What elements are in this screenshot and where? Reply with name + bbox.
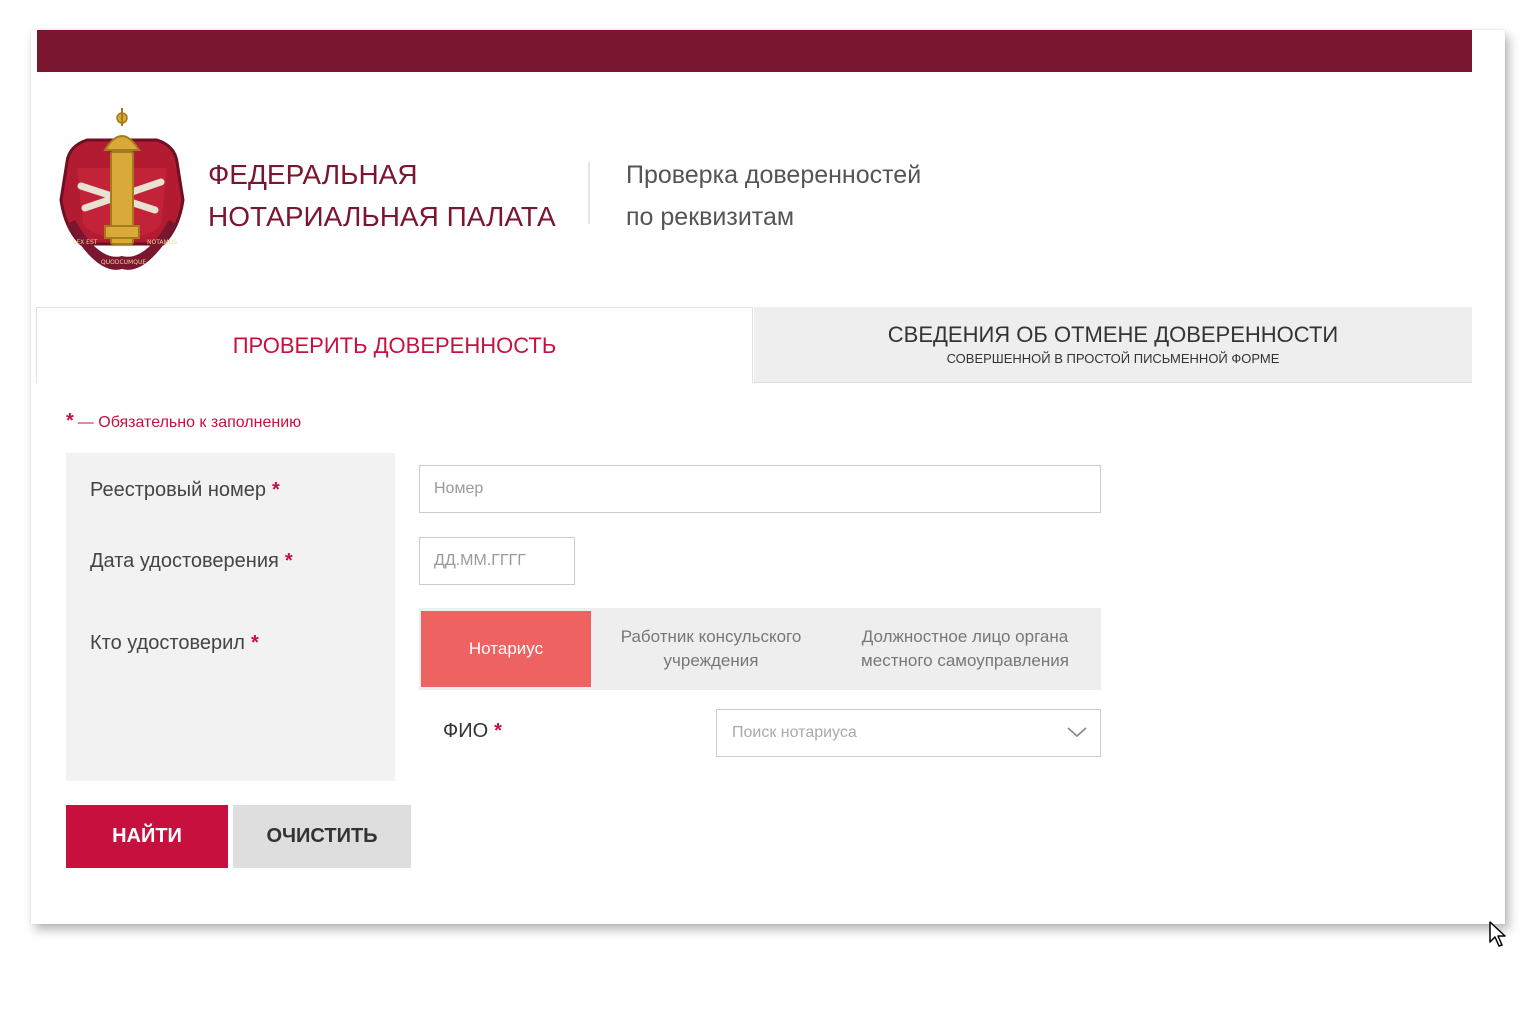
registry-number-label: Реестровый номер * [90,479,280,502]
certified-by-label-text: Кто удостоверил [90,632,245,654]
clear-button[interactable]: ОЧИСТИТЬ [233,805,411,868]
org-name-line2: НОТАРИАЛЬНАЯ ПАЛАТА [208,201,556,232]
certification-date-label: Дата удостоверения * [90,550,293,573]
certification-date-input[interactable] [419,537,575,585]
find-button[interactable]: НАЙТИ [66,805,228,868]
header-divider [588,162,590,224]
emblem-ribbon-bottom-text: QUODCUMQUE [101,259,146,266]
service-title-line2: по реквизитам [626,203,795,231]
required-note-text: — Обязательно к заполнению [77,414,302,431]
required-star: * [284,550,293,572]
tab-revocation-title: СВЕДЕНИЯ ОБ ОТМЕНЕ ДОВЕРЕННОСТИ [887,321,1339,347]
option-consular-worker[interactable]: Работник консульского учреждения [591,611,831,687]
certified-by-label: Кто удостоверил * [90,632,259,655]
certification-date-label-text: Дата удостоверения [90,550,279,572]
registry-number-input[interactable] [419,465,1101,513]
required-star: * [66,410,74,432]
option-local-official[interactable]: Должностное лицо органа местного самоупр… [831,611,1099,687]
tab-revocation-subtitle: СОВЕРШЕННОЙ В ПРОСТОЙ ПИСЬМЕННОЙ ФОРМЕ [946,350,1280,366]
org-name: ФЕДЕРАЛЬНАЯ НОТАРИАЛЬНАЯ ПАЛАТА [208,154,556,238]
required-star: * [494,720,502,742]
emblem-ribbon-right-text: NOTAMUS [147,239,177,246]
notary-search-placeholder: Поиск нотариуса [732,724,857,741]
form-labels-panel: Реестровый номер * Дата удостоверения * Кт… [66,453,395,781]
required-note: * — Обязательно к заполнению [66,410,301,433]
registry-number-label-text: Реестровый номер [90,479,267,501]
required-star: * [272,479,280,501]
tab-revocation-info[interactable]: СВЕДЕНИЯ ОБ ОТМЕНЕ ДОВЕРЕННОСТИ СОВЕРШЕН… [754,307,1472,383]
tab-check-poa[interactable]: ПРОВЕРИТЬ ДОВЕРЕННОСТЬ [36,307,753,383]
fio-label: ФИО * [443,720,502,743]
service-title-line1: Проверка доверенностей [626,161,922,189]
service-title: Проверка доверенностей по реквизитам [626,154,921,238]
required-star: * [250,632,259,654]
notary-search-select[interactable]: Поиск нотариуса [716,709,1101,757]
mouse-cursor-icon [1489,921,1506,947]
notary-emblem-icon: LEX EST QUODCUMQUE NOTAMUS [59,108,185,270]
app-window: LEX EST QUODCUMQUE NOTAMUS ФЕДЕРАЛЬНАЯ Н… [31,30,1505,924]
option-notary[interactable]: Нотариус [421,611,591,687]
fio-label-text: ФИО [443,720,489,742]
top-brand-bar [37,30,1472,72]
emblem-ribbon-left-text: LEX EST [73,239,98,246]
org-name-line1: ФЕДЕРАЛЬНАЯ [208,159,418,190]
chevron-down-icon [1067,727,1087,738]
certified-by-selector: Нотариус Работник консульского учреждени… [419,608,1101,690]
